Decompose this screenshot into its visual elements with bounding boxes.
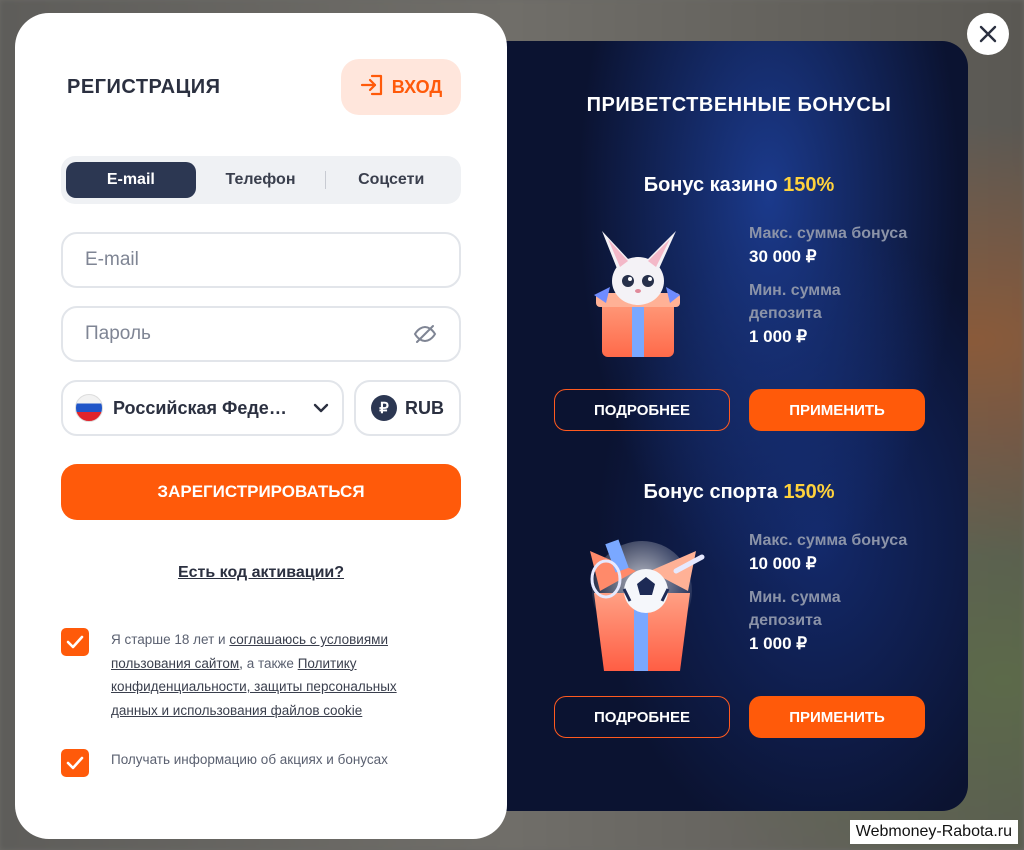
login-button[interactable]: ВХОД <box>341 59 461 115</box>
max-bonus-value: 10 000 ₽ <box>749 554 817 573</box>
terms-checkbox[interactable] <box>61 628 89 656</box>
chevron-down-icon <box>312 402 330 414</box>
max-bonus-label: Макс. сумма бонуса <box>749 532 908 549</box>
check-icon <box>66 635 84 649</box>
max-bonus-label: Макс. сумма бонуса <box>749 225 908 242</box>
russia-flag-icon <box>75 394 103 422</box>
casino-bonus-title: Бонус казино <box>643 174 778 196</box>
sport-bonus-name: Бонус спорта 150% <box>510 481 968 504</box>
terms-text-part: Я старше 18 лет и <box>111 632 230 647</box>
country-select[interactable]: Российская Феде… <box>61 380 344 436</box>
tab-email[interactable]: E-mail <box>66 162 196 198</box>
terms-text-part: а также <box>242 655 298 671</box>
close-button[interactable] <box>967 13 1009 55</box>
tab-social[interactable]: Соцсети <box>326 162 456 198</box>
terms-consent-text: Я старше 18 лет и соглашаюсь с условиями… <box>111 628 441 722</box>
registration-panel: РЕГИСТРАЦИЯ ВХОД E-mail Телефон Соцсети … <box>15 13 507 839</box>
email-input[interactable] <box>85 249 437 271</box>
casino-apply-button[interactable]: ПРИМЕНИТЬ <box>749 389 925 431</box>
password-field <box>61 306 461 362</box>
sport-bonus-title: Бонус спорта <box>643 481 778 503</box>
casino-bonus-name: Бонус казино 150% <box>510 174 968 197</box>
bonuses-title: ПРИВЕТСТВЕННЫЕ БОНУСЫ <box>586 94 892 116</box>
registration-title: РЕГИСТРАЦИЯ <box>67 76 221 98</box>
promo-consent-text: Получать информацию об акциях и бонусах <box>111 752 388 767</box>
sport-details-button[interactable]: ПОДРОБНЕЕ <box>554 696 730 738</box>
password-input[interactable] <box>85 323 413 345</box>
ruble-icon: ₽ <box>371 395 397 421</box>
casino-details-button[interactable]: ПОДРОБНЕЕ <box>554 389 730 431</box>
registration-method-tabs: E-mail Телефон Соцсети <box>61 156 461 204</box>
login-label: ВХОД <box>391 76 443 97</box>
currency-select[interactable]: ₽ RUB <box>354 380 461 436</box>
watermark: Webmoney-Rabota.ru <box>849 820 1018 844</box>
hide-password-icon[interactable] <box>413 322 437 346</box>
sport-bonus-percent: 150% <box>783 481 835 503</box>
currency-value: RUB <box>405 397 444 418</box>
register-button[interactable]: ЗАРЕГИСТРИРОВАТЬСЯ <box>61 464 461 520</box>
min-deposit-label: Мин. сумма депозита <box>749 282 841 322</box>
casino-bonus-info: Макс. сумма бонуса 30 000 ₽ Мин. сумма д… <box>749 222 939 359</box>
min-deposit-value: 1 000 ₽ <box>749 634 808 653</box>
min-deposit-label: Мин. сумма депозита <box>749 589 841 629</box>
country-value: Российская Феде… <box>113 397 287 418</box>
email-field <box>61 232 461 288</box>
max-bonus-value: 30 000 ₽ <box>749 247 817 266</box>
close-icon <box>979 25 997 43</box>
promo-checkbox[interactable] <box>61 749 89 777</box>
welcome-bonuses-panel: ПРИВЕТСТВЕННЫЕ БОНУСЫ Бонус казино 150% <box>470 41 968 811</box>
casino-bonus-percent: 150% <box>783 174 835 196</box>
sport-gift-icon <box>580 531 705 671</box>
fox-gift-icon <box>580 223 700 363</box>
sport-bonus-info: Макс. сумма бонуса 10 000 ₽ Мин. сумма д… <box>749 529 939 666</box>
tab-phone[interactable]: Телефон <box>196 162 326 198</box>
check-icon <box>66 756 84 770</box>
min-deposit-value: 1 000 ₽ <box>749 327 808 346</box>
login-icon <box>360 74 384 101</box>
activation-code-link[interactable]: Есть код активации? <box>15 564 507 582</box>
sport-apply-button[interactable]: ПРИМЕНИТЬ <box>749 696 925 738</box>
